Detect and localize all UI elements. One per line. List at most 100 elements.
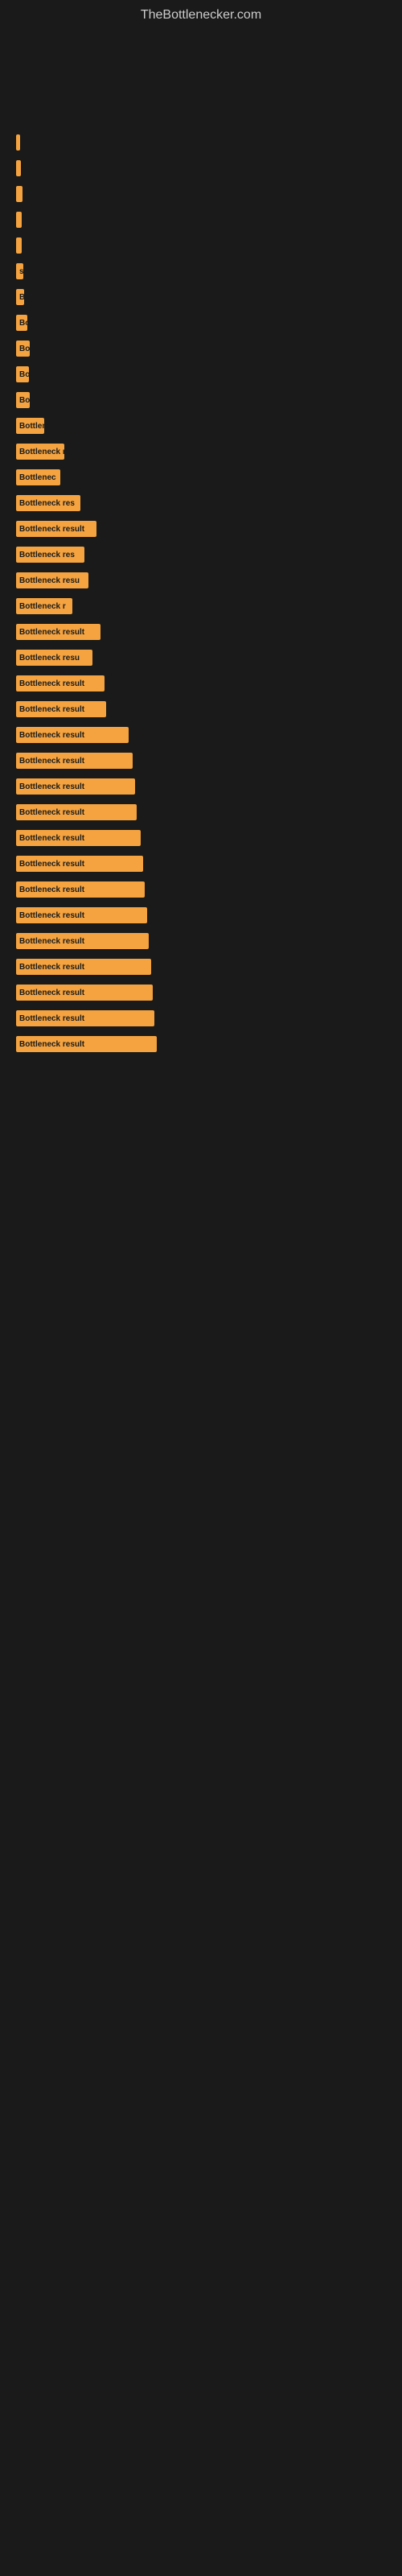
bar: Bot bbox=[16, 341, 30, 357]
bar: Bottleneck res bbox=[16, 495, 80, 511]
bar-text: Bottleneck result bbox=[19, 628, 84, 637]
bar-row: Bottleneck resu bbox=[16, 569, 386, 592]
bar-container: Bottleneck result bbox=[16, 520, 386, 538]
bar: Bottleneck result bbox=[16, 521, 96, 537]
bar-container: Bo bbox=[16, 365, 386, 383]
bar-row: Bottlene bbox=[16, 415, 386, 437]
bar-row: B bbox=[16, 286, 386, 308]
bar: Bottleneck result bbox=[16, 881, 145, 898]
bar-row: Bottleneck result bbox=[16, 749, 386, 772]
bar: Bottleneck result bbox=[16, 933, 149, 949]
bar: B bbox=[16, 289, 24, 305]
bar-container: Bottleneck r bbox=[16, 597, 386, 615]
bar: Bottleneck result bbox=[16, 907, 147, 923]
top-section bbox=[0, 27, 402, 123]
bar-container: Bottleneck result bbox=[16, 829, 386, 847]
bar bbox=[16, 186, 23, 202]
bar-text: Bottleneck result bbox=[19, 808, 84, 817]
bar-text: Bottleneck result bbox=[19, 705, 84, 714]
bar-row: Bottleneck result bbox=[16, 724, 386, 746]
bar-row: Bottleneck result bbox=[16, 981, 386, 1004]
bar-text: Bottleneck result bbox=[19, 886, 84, 894]
bar: Bottleneck result bbox=[16, 675, 105, 691]
bar-row: Bot bbox=[16, 337, 386, 360]
bar-row: Bottleneck r bbox=[16, 595, 386, 617]
bar-row: Bottleneck res bbox=[16, 492, 386, 514]
bar-row: Bottleneck re bbox=[16, 440, 386, 463]
bar-row: Bottleneck result bbox=[16, 1007, 386, 1030]
bar-text: Bottleneck resu bbox=[19, 576, 80, 585]
bar-text: Bottleneck result bbox=[19, 757, 84, 766]
bar-text: Bottleneck resu bbox=[19, 654, 80, 663]
bar-text: Bot bbox=[19, 396, 33, 405]
bar-container: Bottlene bbox=[16, 417, 386, 435]
bar: Bottleneck result bbox=[16, 753, 133, 769]
bar-text: Bo bbox=[19, 370, 30, 379]
bar-row: Bottleneck result bbox=[16, 852, 386, 875]
bar-row: Bottleneck result bbox=[16, 827, 386, 849]
bar-row bbox=[16, 183, 386, 205]
bar: Bottleneck result bbox=[16, 959, 151, 975]
bar: Bottleneck result bbox=[16, 1010, 154, 1026]
bar-text: Bot bbox=[19, 345, 33, 353]
bar-text: Bottleneck result bbox=[19, 679, 84, 688]
bar: Bottleneck result bbox=[16, 624, 100, 640]
chart-section: s B Bo Bot Bo Bot Bottlene Bottleneck re Bottlen… bbox=[0, 123, 402, 1067]
bar: Bottleneck result bbox=[16, 1036, 157, 1052]
bar: Bottleneck result bbox=[16, 985, 153, 1001]
bar-container: B bbox=[16, 288, 386, 306]
bar-row: Bo bbox=[16, 312, 386, 334]
bar: Bottleneck result bbox=[16, 701, 106, 717]
chart-area: s B Bo Bot Bo Bot Bottlene Bottleneck re Bottlen… bbox=[16, 131, 386, 1055]
bar-container: Bottleneck resu bbox=[16, 649, 386, 667]
bar-container: Bottlenec bbox=[16, 469, 386, 486]
bar: s bbox=[16, 263, 23, 279]
bar: Bottleneck result bbox=[16, 830, 141, 846]
bar-container: Bottleneck result bbox=[16, 803, 386, 821]
site-header: TheBottlenecker.com bbox=[0, 0, 402, 123]
bar-row: Bottleneck result bbox=[16, 621, 386, 643]
bar-container: Bo bbox=[16, 314, 386, 332]
bar-row: Bottleneck result bbox=[16, 775, 386, 798]
bar-text: Bottlenec bbox=[19, 473, 56, 482]
bar-row bbox=[16, 157, 386, 180]
bar: Bottlenec bbox=[16, 469, 60, 485]
bar-container: Bottleneck resu bbox=[16, 572, 386, 589]
bar-text: Bottleneck res bbox=[19, 499, 75, 508]
bar-text: Bottleneck result bbox=[19, 860, 84, 869]
bar-container bbox=[16, 134, 386, 151]
bar-text: s bbox=[19, 267, 24, 276]
bar: Bottleneck resu bbox=[16, 572, 88, 588]
bar: Bottleneck result bbox=[16, 856, 143, 872]
bar: Bo bbox=[16, 366, 29, 382]
bar-text: Bottleneck result bbox=[19, 937, 84, 946]
bar-text: Bottleneck res bbox=[19, 551, 75, 559]
bar-text: Bottleneck re bbox=[19, 448, 70, 456]
bar-container: Bottleneck result bbox=[16, 1035, 386, 1053]
bar-row: Bottleneck resu bbox=[16, 646, 386, 669]
bar-row: Bottleneck result bbox=[16, 672, 386, 695]
bar-container: Bottleneck result bbox=[16, 1009, 386, 1027]
bar-row: Bottleneck res bbox=[16, 543, 386, 566]
bar-container: Bottleneck result bbox=[16, 623, 386, 641]
bar-container: s bbox=[16, 262, 386, 280]
bar-row: Bottleneck result bbox=[16, 878, 386, 901]
bar-row: Bo bbox=[16, 363, 386, 386]
bar-text: Bo bbox=[19, 319, 30, 328]
bar-container: Bottleneck result bbox=[16, 752, 386, 770]
bar-text: Bottleneck result bbox=[19, 1014, 84, 1023]
bar-container: Bot bbox=[16, 340, 386, 357]
bar: Bottleneck result bbox=[16, 804, 137, 820]
bar-text: Bottleneck result bbox=[19, 989, 84, 997]
bar-container: Bottleneck result bbox=[16, 906, 386, 924]
bar: Bottleneck result bbox=[16, 778, 135, 795]
bar: Bottleneck result bbox=[16, 727, 129, 743]
bar-text: Bottleneck result bbox=[19, 782, 84, 791]
bar-row: Bottlenec bbox=[16, 466, 386, 489]
bar-container: Bottleneck re bbox=[16, 443, 386, 460]
bar: Bot bbox=[16, 392, 30, 408]
bar-text: Bottleneck result bbox=[19, 525, 84, 534]
bar-text: Bottleneck r bbox=[19, 602, 66, 611]
bar-text: Bottleneck result bbox=[19, 1040, 84, 1049]
bar-container bbox=[16, 237, 386, 254]
